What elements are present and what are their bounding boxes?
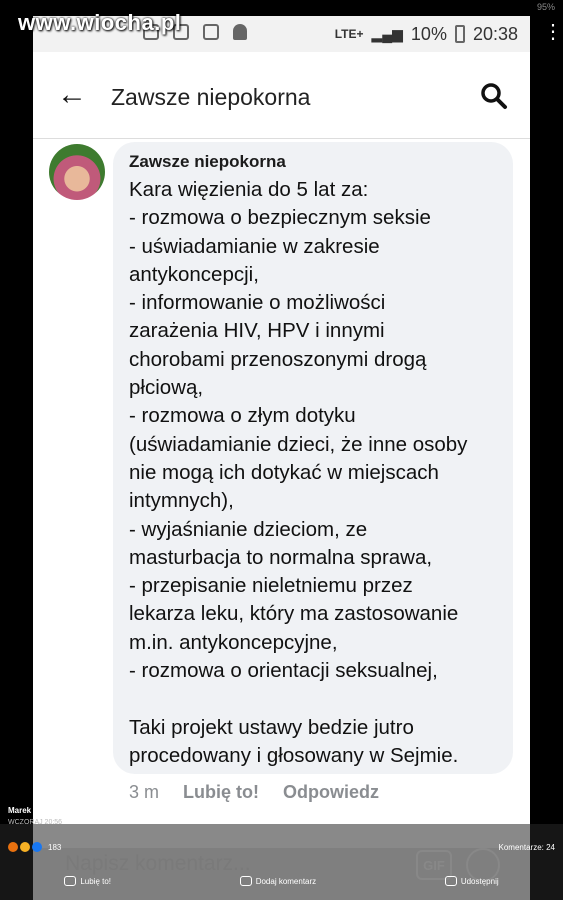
post-like-label: Lubię to! [80, 876, 112, 886]
post-actions: Lubię to! Dodaj komentarz Udostępnij [0, 876, 563, 886]
post-share-label: Udostępnij [460, 876, 499, 886]
comment-line: płciową, [129, 376, 204, 400]
comments-count[interactable]: Komentarze: 24 [499, 843, 555, 852]
comment-line: - rozmowa o złym dotyku [129, 404, 356, 428]
battery-percent: 10% [410, 23, 447, 44]
comment-line: intymnych), [129, 489, 234, 513]
share-icon [444, 876, 457, 886]
comment-line: Taki projekt ustawy bedzie jutro [129, 715, 414, 739]
angry-reaction-icon [8, 842, 18, 852]
comment-line: masturbacja to normalna sprawa, [129, 545, 433, 569]
comment-author[interactable]: Zawsze niepokorna [129, 152, 497, 172]
comment-actions: 3 m Lubię to! Odpowiedz [129, 782, 379, 803]
comment-line: - rozmowa o orientacji seksualnej, [129, 659, 438, 683]
avatar[interactable] [49, 144, 105, 200]
comment-line: - informowanie o możliwości [129, 291, 386, 315]
more-menu-icon[interactable]: ⋮ [543, 22, 563, 42]
post-date: WCZORAJ 20:56 [8, 819, 63, 826]
comment-input[interactable]: Napisz komentarz... [65, 852, 251, 876]
watermark: www.wiocha.pl [18, 10, 182, 35]
comment-line: - uświadamianie w zakresie [129, 234, 380, 258]
thumbs-up-icon [64, 876, 77, 886]
post-comment-button[interactable]: Dodaj komentarz [239, 876, 317, 886]
comment-line: - wyjaśnianie dzieciom, ze [129, 517, 368, 541]
comment-line: (uświadamianie dzieci, że inne osoby [129, 432, 468, 456]
wow-reaction-icon [20, 842, 30, 852]
comment-line: - rozmowa o bezpiecznym seksie [129, 206, 431, 230]
comment-text: Kara więzienia do 5 lat za: - rozmowa o b… [129, 176, 497, 770]
bell-icon [233, 24, 247, 40]
comment-line: procedowany i głosowany w Sejmie. [129, 743, 459, 767]
like-link[interactable]: Lubię to! [183, 782, 259, 803]
page-title: Zawsze niepokorna [111, 84, 311, 110]
comment-time: 3 m [129, 782, 160, 802]
comment-line: Kara więzienia do 5 lat za: [129, 178, 369, 201]
comment-line: antykoncepcji, [129, 262, 259, 286]
outer-status-text: 95% [536, 2, 555, 12]
phone-screen: LTE+ ▂▄▆ 10% 20:38 ← Zawsze niepokorna Z… [33, 16, 530, 900]
comment-line [129, 685, 497, 713]
post-like-button[interactable]: Lubię to! [64, 876, 111, 886]
clock: 20:38 [472, 23, 518, 44]
reply-link[interactable]: Odpowiedz [283, 782, 379, 803]
reactions-count: 183 [48, 842, 62, 852]
post-comment-label: Dodaj komentarz [255, 876, 317, 886]
comment-line: zarażenia HIV, HPV i innymi [129, 319, 385, 343]
app-header: ← Zawsze niepokorna [33, 52, 530, 139]
comment-line: nie mogą ich dotykać w miejscach [129, 460, 439, 484]
like-reaction-icon [32, 842, 42, 852]
comment-bubble: Zawsze niepokorna Kara więzienia do 5 la… [113, 142, 513, 774]
battery-icon [454, 25, 465, 43]
poster-name[interactable]: Marek Krzysztof Bosy [8, 806, 91, 815]
search-icon[interactable] [480, 82, 508, 110]
comment-line: m.in. antykoncepcyjne, [129, 630, 338, 654]
comment-icon [239, 876, 252, 886]
back-arrow-icon[interactable]: ← [57, 80, 87, 110]
comment-line: chorobami przenoszonymi drogą [129, 347, 427, 371]
comment-line: - przepisanie nieletniemu przez [129, 574, 413, 598]
comment-line: lekarza leku, który ma zastosowanie [129, 602, 459, 626]
reactions-summary[interactable]: 183 [8, 842, 61, 852]
post-share-button[interactable]: Udostępnij [444, 876, 499, 886]
signal-icon: ▂▄▆ [371, 25, 403, 42]
network-label: LTE+ [334, 27, 364, 41]
mail-icon [203, 24, 219, 40]
